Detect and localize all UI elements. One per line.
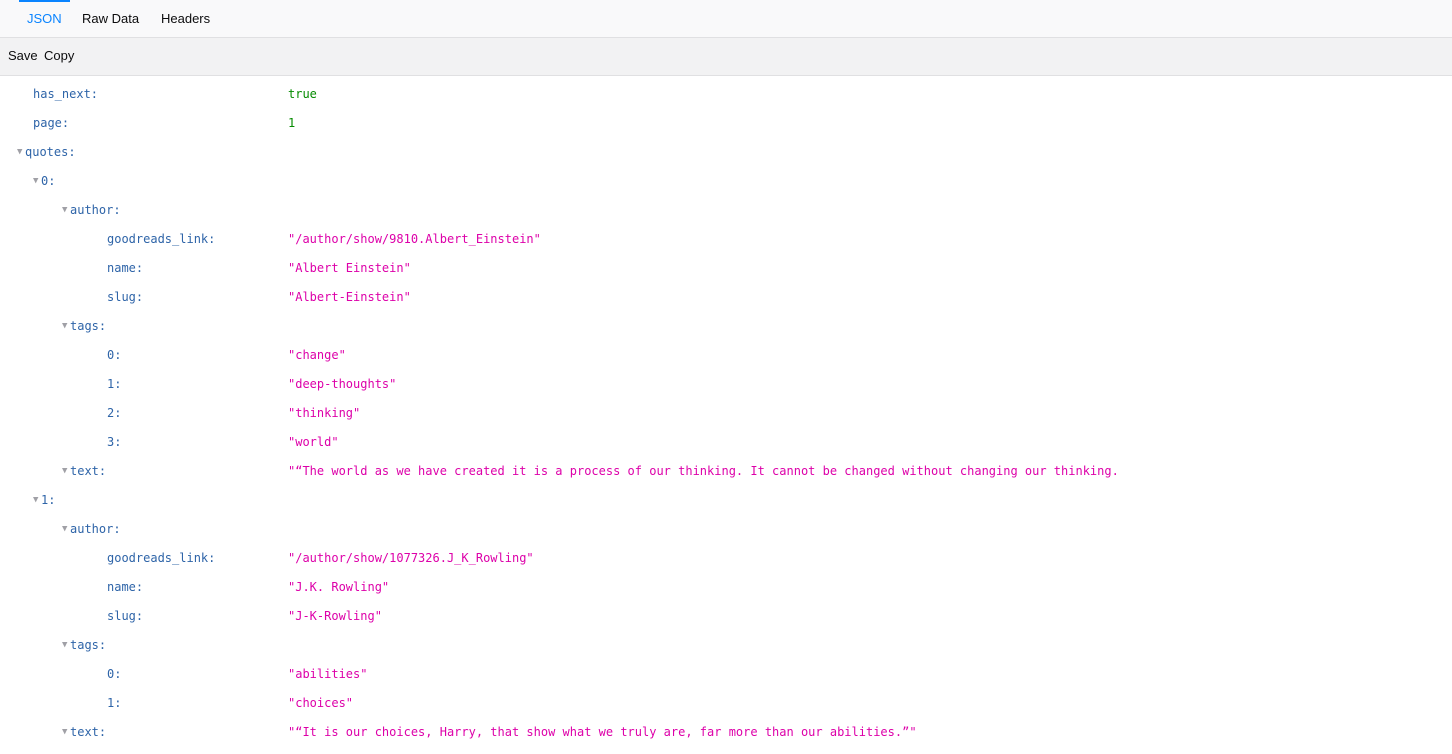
key-label: 2:: [107, 406, 122, 420]
string-value: "Albert-Einstein": [288, 290, 411, 304]
key-label: 0:: [107, 667, 122, 681]
string-value: "“It is our choices, Harry, that show wh…: [288, 725, 917, 739]
key-label: name:: [107, 580, 144, 594]
tree-row-name[interactable]: name: "J.K. Rowling": [0, 573, 1452, 602]
string-value: "thinking": [288, 406, 361, 420]
tree-row-tags[interactable]: ▼ tags:: [0, 312, 1452, 341]
key-label: tags:: [70, 319, 107, 333]
string-value: "change": [288, 348, 346, 362]
key-label: author:: [70, 203, 121, 217]
expand-triangle-icon[interactable]: ▼: [33, 167, 38, 196]
key-label: author:: [70, 522, 121, 536]
tab-headers[interactable]: Headers: [161, 0, 210, 37]
key-label: 0:: [107, 348, 122, 362]
string-value: "J.K. Rowling": [288, 580, 390, 594]
string-value: "/author/show/9810.Albert_Einstein": [288, 232, 541, 246]
expand-triangle-icon[interactable]: ▼: [17, 138, 22, 167]
key-label: 1:: [107, 377, 122, 391]
key-label: has_next:: [33, 87, 99, 101]
string-value: "Albert Einstein": [288, 261, 411, 275]
key-label: page:: [33, 116, 70, 130]
key-label: goodreads_link:: [107, 232, 216, 246]
expand-triangle-icon[interactable]: ▼: [62, 631, 67, 660]
number-value: 1: [288, 116, 296, 130]
tree-row-goodreads-link[interactable]: goodreads_link: "/author/show/9810.Alber…: [0, 225, 1452, 254]
tree-row-quote-1[interactable]: ▼ 1:: [0, 486, 1452, 515]
string-value: "world": [288, 435, 339, 449]
tree-row-has-next[interactable]: has_next: true: [0, 80, 1452, 109]
tree-row-tags[interactable]: ▼ tags:: [0, 631, 1452, 660]
tree-row-author[interactable]: ▼ author:: [0, 196, 1452, 225]
tab-raw-data[interactable]: Raw Data: [82, 0, 139, 37]
key-label: 1:: [107, 696, 122, 710]
key-label: text:: [70, 464, 107, 478]
expand-triangle-icon[interactable]: ▼: [33, 486, 38, 515]
key-label: slug:: [107, 290, 144, 304]
tab-json[interactable]: JSON: [19, 0, 70, 37]
key-label: goodreads_link:: [107, 551, 216, 565]
key-label: quotes:: [25, 145, 76, 159]
tree-row-tag-3[interactable]: 3: "world": [0, 428, 1452, 457]
bool-value: true: [288, 87, 317, 101]
string-value: "/author/show/1077326.J_K_Rowling": [288, 551, 534, 565]
key-label: name:: [107, 261, 144, 275]
string-value: "abilities": [288, 667, 368, 681]
key-label: tags:: [70, 638, 107, 652]
copy-button[interactable]: Copy: [40, 44, 78, 68]
expand-triangle-icon[interactable]: ▼: [62, 718, 67, 747]
toolbar: Save Copy: [0, 38, 1452, 76]
key-label: 0:: [41, 174, 56, 188]
tree-row-text[interactable]: ▼ text: "“It is our choices, Harry, that…: [0, 718, 1452, 747]
tree-row-quotes[interactable]: ▼ quotes:: [0, 138, 1452, 167]
tree-row-slug[interactable]: slug: "J-K-Rowling": [0, 602, 1452, 631]
expand-triangle-icon[interactable]: ▼: [62, 515, 67, 544]
tree-row-text[interactable]: ▼ text: "“The world as we have created i…: [0, 457, 1452, 486]
key-label: text:: [70, 725, 107, 739]
tree-row-tag-0[interactable]: 0: "abilities": [0, 660, 1452, 689]
tree-row-page[interactable]: page: 1: [0, 109, 1452, 138]
key-label: 3:: [107, 435, 122, 449]
tree-row-author[interactable]: ▼ author:: [0, 515, 1452, 544]
key-label: 1:: [41, 493, 56, 507]
string-value: "“The world as we have created it is a p…: [288, 464, 1119, 478]
key-label: slug:: [107, 609, 144, 623]
tree-row-goodreads-link[interactable]: goodreads_link: "/author/show/1077326.J_…: [0, 544, 1452, 573]
tree-row-quote-0[interactable]: ▼ 0:: [0, 167, 1452, 196]
tree-row-tag-0[interactable]: 0: "change": [0, 341, 1452, 370]
tree-row-tag-1[interactable]: 1: "choices": [0, 689, 1452, 718]
tree-row-tag-2[interactable]: 2: "thinking": [0, 399, 1452, 428]
expand-triangle-icon[interactable]: ▼: [62, 196, 67, 225]
expand-triangle-icon[interactable]: ▼: [62, 312, 67, 341]
tree-row-slug[interactable]: slug: "Albert-Einstein": [0, 283, 1452, 312]
tab-bar: JSON Raw Data Headers: [0, 0, 1452, 38]
string-value: "deep-thoughts": [288, 377, 397, 391]
string-value: "J-K-Rowling": [288, 609, 382, 623]
tree-row-name[interactable]: name: "Albert Einstein": [0, 254, 1452, 283]
tree-row-tag-1[interactable]: 1: "deep-thoughts": [0, 370, 1452, 399]
string-value: "choices": [288, 696, 354, 710]
save-button[interactable]: Save: [4, 44, 42, 68]
expand-triangle-icon[interactable]: ▼: [62, 457, 67, 486]
